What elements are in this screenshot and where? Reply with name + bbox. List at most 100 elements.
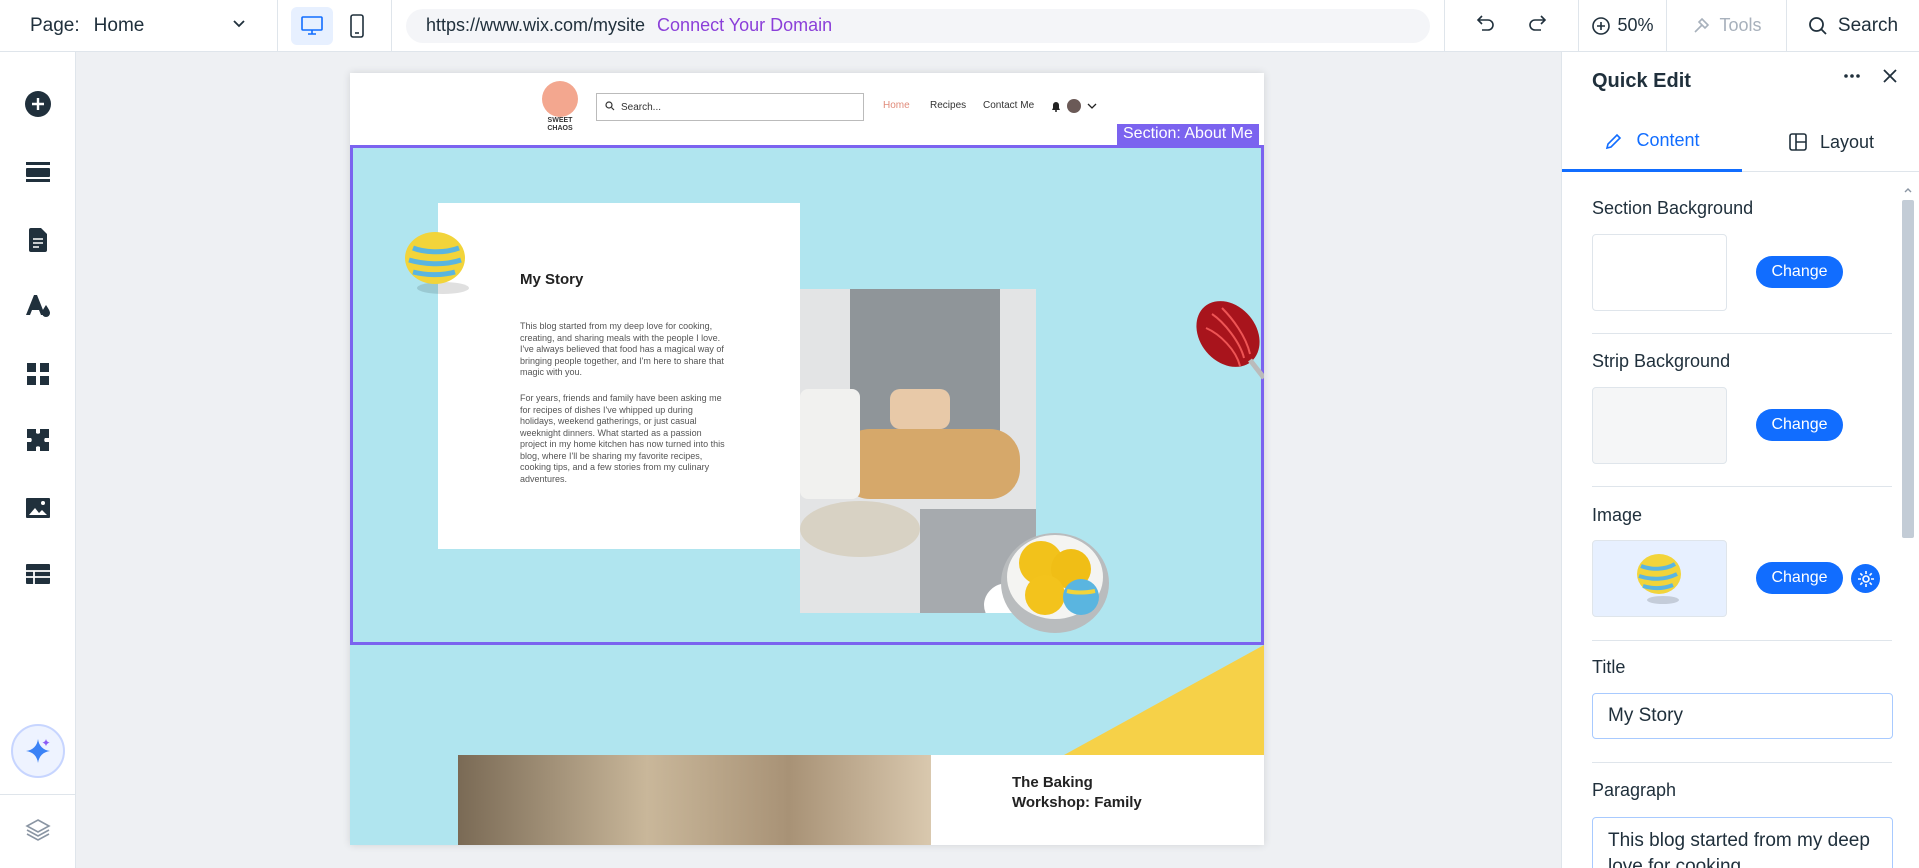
image-label: Image [1592,505,1643,525]
desktop-view-button[interactable] [291,6,334,45]
section-background-change-button[interactable]: Change [1756,256,1843,288]
desktop-icon [301,15,324,35]
search-icon [1808,16,1827,35]
tab-content[interactable]: Content [1562,112,1742,172]
zoom-level: 50% [1617,15,1654,35]
zoom-button[interactable]: 50% [1579,0,1667,52]
site-logo[interactable]: SWEET CHAOS [540,81,580,137]
layers-icon[interactable] [22,814,54,846]
more-options-icon[interactable] [1842,66,1862,92]
yellow-triangle-shape [1064,645,1264,755]
media-icon[interactable] [22,492,54,524]
workshop-title[interactable]: The Baking Workshop: Family [1012,773,1162,813]
strip-background-label: Strip Background [1592,351,1731,371]
tools-label: Tools [1719,15,1762,35]
site-search-icon [605,100,615,114]
toolbar-divider [0,794,76,795]
design-icon[interactable] [22,290,54,322]
chef-avatar-logo [542,81,578,117]
strip-background-thumb[interactable] [1592,387,1727,464]
mobile-icon [349,13,364,38]
business-icon[interactable] [22,424,54,456]
logo-text: SWEET CHAOS [547,117,573,132]
tab-layout[interactable]: Layout [1742,112,1919,172]
story-paragraph-2[interactable]: For years, friends and family have been … [520,393,730,485]
panel-tabs: Content Layout [1562,112,1919,172]
page-selector[interactable]: Page: Home [0,0,278,52]
lemon-bowl-image[interactable] [993,513,1113,638]
tab-layout-label: Layout [1819,131,1875,152]
title-input[interactable]: My Story [1592,693,1893,739]
panel-divider [1592,640,1892,641]
pencil-icon [1606,133,1622,149]
section-tag[interactable]: Section: About Me [1117,124,1259,145]
panel-title: Quick Edit [1592,70,1691,92]
section-background-thumb[interactable] [1592,234,1727,311]
story-title[interactable]: My Story [520,271,583,288]
tools-button[interactable]: Tools [1667,0,1787,52]
paragraph-label: Paragraph [1592,780,1677,800]
ai-assistant-icon [26,739,50,763]
site-url: https://www.wix.com/mysite [426,15,646,35]
decorated-lemon-image[interactable] [403,230,475,305]
tools-icon [1694,17,1710,33]
panel-divider [1592,333,1892,334]
tab-content-label: Content [1636,130,1700,150]
site-search-placeholder: Search... [621,101,662,113]
nav-recipes[interactable]: Recipes [930,100,966,111]
story-card[interactable]: My Story This blog started from my deep … [438,203,800,549]
page-label: Page: [30,14,80,36]
left-toolbar [0,52,76,868]
device-switcher [278,0,392,52]
section-background-label: Section Background [1592,198,1754,218]
image-thumb[interactable] [1592,540,1727,617]
nav-home[interactable]: Home [883,100,910,111]
site-header[interactable]: SWEET CHAOS Search... Home Recipes Conta… [350,73,1264,145]
member-area[interactable] [1051,99,1097,113]
bell-icon[interactable] [1051,101,1061,112]
panel-divider [1592,486,1892,487]
chevron-down-icon[interactable] [1087,102,1097,110]
panel-scrollbar[interactable] [1902,182,1914,868]
image-settings-button[interactable] [1851,564,1880,593]
baking-workshop-image[interactable] [458,755,931,845]
paragraph-textarea[interactable]: This blog started from my deep love for … [1592,817,1893,868]
pages-icon[interactable] [22,224,54,256]
image-change-button[interactable]: Change [1756,562,1843,594]
mobile-view-button[interactable] [336,7,378,45]
quick-edit-panel: Quick Edit Content Layout Section Backgr… [1561,52,1919,868]
site-url-bar[interactable]: https://www.wix.com/mysite Connect Your … [406,8,1430,43]
ai-assistant-button[interactable] [11,724,65,778]
lemon-thumb-icon [1636,553,1681,604]
site-canvas[interactable]: SWEET CHAOS Search... Home Recipes Conta… [350,73,1264,845]
zoom-in-icon [1592,16,1611,35]
scrollbar-thumb[interactable] [1902,200,1914,538]
search-label: Search [1837,14,1899,36]
whisk-image[interactable] [1188,294,1264,389]
editor-search-button[interactable]: Search [1787,0,1919,52]
top-bar: Page: Home https://www.wix.com/mysite Co… [0,0,1919,52]
scroll-up-icon[interactable] [1902,184,1914,196]
sections-icon[interactable] [22,156,54,188]
apps-icon[interactable] [22,358,54,390]
site-search-box[interactable]: Search... [596,93,864,121]
page-value: Home [93,14,145,36]
strip-background-change-button[interactable]: Change [1756,409,1843,441]
chevron-down-icon [231,15,247,37]
layout-icon [1789,133,1807,151]
about-me-section[interactable]: My Story This blog started from my deep … [350,145,1264,645]
add-icon[interactable] [22,88,54,120]
url-area: https://www.wix.com/mysite Connect Your … [392,0,1445,52]
connect-domain-link[interactable]: Connect Your Domain [657,15,832,36]
panel-divider [1592,762,1892,763]
redo-icon[interactable] [1528,12,1550,39]
history-controls [1445,0,1579,52]
member-avatar[interactable] [1067,99,1081,113]
close-icon[interactable] [1880,66,1900,92]
nav-contact[interactable]: Contact Me [983,100,1034,111]
cms-icon[interactable] [22,558,54,590]
baking-workshop-section[interactable]: The Baking Workshop: Family [350,645,1264,845]
gear-icon [1857,570,1874,587]
story-paragraph-1[interactable]: This blog started from my deep love for … [520,321,730,379]
undo-icon[interactable] [1473,12,1495,39]
